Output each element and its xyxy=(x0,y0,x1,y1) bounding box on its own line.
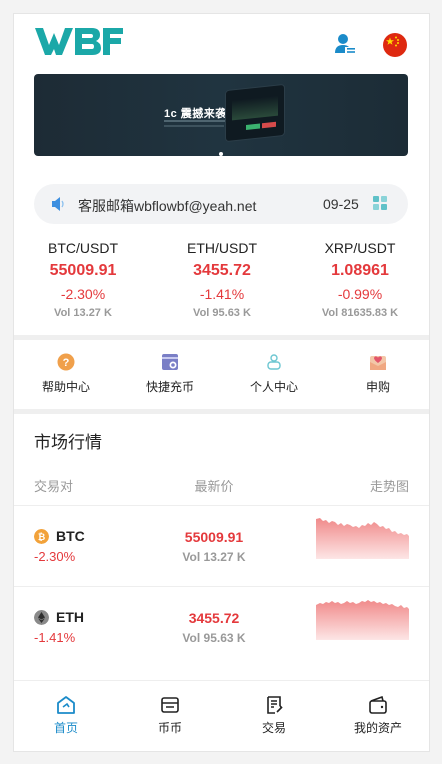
nav-spot[interactable]: 币币 xyxy=(118,681,222,736)
column-header-price: 最新价 xyxy=(194,479,234,494)
home-icon xyxy=(57,696,75,714)
banner-device-image xyxy=(226,84,284,142)
svg-text:₿: ₿ xyxy=(38,532,45,542)
market-title: 市场行情 xyxy=(34,433,102,452)
coin-price: 3455.72 xyxy=(188,610,240,626)
ticker-change: -0.99% xyxy=(337,286,383,302)
quick-menu-label: 快捷充币 xyxy=(145,380,194,394)
bottom-nav: 首页 币币 交易 我的资产 xyxy=(14,680,429,751)
quick-menu-label: 帮助中心 xyxy=(41,380,90,394)
nav-label: 币币 xyxy=(157,721,182,735)
trend-sparkline xyxy=(316,600,409,640)
notice-date: 09-25 xyxy=(323,196,359,212)
nav-label: 交易 xyxy=(261,721,286,735)
ethereum-icon xyxy=(34,610,49,625)
wbf-logo[interactable] xyxy=(34,25,124,57)
ticker-volume: Vol 13.27 K xyxy=(54,307,112,319)
ticker-change: -1.41% xyxy=(199,286,245,302)
quick-deposit-button[interactable]: 快捷充币 xyxy=(118,344,222,395)
notice-bar[interactable]: 客服邮箱wbflowbf@yeah.net 09-25 xyxy=(34,184,408,224)
help-icon: ? xyxy=(57,353,75,371)
ticker-strip: BTC/USDT 55009.91 -2.30% Vol 13.27 K ETH… xyxy=(14,236,429,336)
wallet-card-icon xyxy=(161,697,179,713)
ticker-pair: BTC/USDT xyxy=(48,240,118,256)
quick-menu: ? 帮助中心 快捷充币 个人中心 申购 xyxy=(14,344,429,410)
coin-change: -1.41% xyxy=(34,630,76,645)
app-frame: 1c 震撼来袭 客服邮箱wbflowbf@yeah.net 09-25 BTC/… xyxy=(13,13,430,752)
ticker-pair: ETH/USDT xyxy=(187,240,257,256)
coin-volume: Vol 13.27 K xyxy=(182,550,246,564)
ticker-pair: XRP/USDT xyxy=(324,240,396,256)
section-divider xyxy=(14,409,429,414)
svg-text:?: ? xyxy=(63,357,70,369)
column-header-trend: 走势图 xyxy=(369,479,409,494)
promo-banner[interactable]: 1c 震撼来袭 xyxy=(34,74,408,156)
china-flag-icon[interactable] xyxy=(383,33,407,57)
speaker-icon xyxy=(52,197,64,211)
deposit-icon xyxy=(162,354,178,370)
coin-name: ETH xyxy=(56,609,84,625)
user-icon[interactable] xyxy=(334,33,356,55)
envelope-icon xyxy=(370,356,386,370)
ticker-volume: Vol 95.63 K xyxy=(193,307,251,319)
nav-label: 首页 xyxy=(53,721,78,735)
market-row-btc[interactable]: ₿ BTC -2.30% 55009.91 Vol 13.27 K xyxy=(14,505,429,586)
section-divider xyxy=(14,335,429,340)
coin-change: -2.30% xyxy=(34,549,76,564)
ticker-price: 3455.72 xyxy=(193,262,251,279)
ticker-change: -2.30% xyxy=(60,286,106,302)
banner-subline xyxy=(164,125,224,127)
ticker-price: 1.08961 xyxy=(331,262,389,279)
bitcoin-icon: ₿ xyxy=(34,529,49,544)
ticker-xrp[interactable]: XRP/USDT 1.08961 -0.99% Vol 81635.83 K xyxy=(291,236,429,319)
trade-doc-icon xyxy=(267,696,283,714)
quick-menu-label: 个人中心 xyxy=(249,380,298,394)
ticker-volume: Vol 81635.83 K xyxy=(321,307,399,319)
column-header-pair: 交易对 xyxy=(34,479,74,494)
header xyxy=(14,14,429,72)
nav-trade[interactable]: 交易 xyxy=(222,681,326,736)
nav-label: 我的资产 xyxy=(353,721,402,735)
coin-name: BTC xyxy=(56,528,85,544)
coin-price: 55009.91 xyxy=(184,529,244,545)
help-center-button[interactable]: ? 帮助中心 xyxy=(14,344,118,395)
subscribe-button[interactable]: 申购 xyxy=(326,344,429,395)
grid-icon[interactable] xyxy=(373,196,388,211)
carousel-indicator[interactable] xyxy=(219,152,223,156)
profile-center-button[interactable]: 个人中心 xyxy=(222,344,326,395)
ticker-price: 55009.91 xyxy=(49,262,117,279)
ticker-btc[interactable]: BTC/USDT 55009.91 -2.30% Vol 13.27 K xyxy=(14,236,152,319)
profile-icon xyxy=(267,354,281,370)
market-row-eth[interactable]: ETH -1.41% 3455.72 Vol 95.63 K xyxy=(14,586,429,667)
assets-wallet-icon xyxy=(369,695,387,714)
nav-assets[interactable]: 我的资产 xyxy=(326,681,429,736)
trend-sparkline xyxy=(316,518,409,559)
nav-home[interactable]: 首页 xyxy=(14,681,118,736)
banner-headline: 1c 震撼来袭 xyxy=(164,108,227,120)
quick-menu-label: 申购 xyxy=(365,380,390,394)
coin-volume: Vol 95.63 K xyxy=(182,631,246,645)
notice-text: 客服邮箱wbflowbf@yeah.net xyxy=(78,198,257,214)
ticker-eth[interactable]: ETH/USDT 3455.72 -1.41% Vol 95.63 K xyxy=(153,236,291,319)
